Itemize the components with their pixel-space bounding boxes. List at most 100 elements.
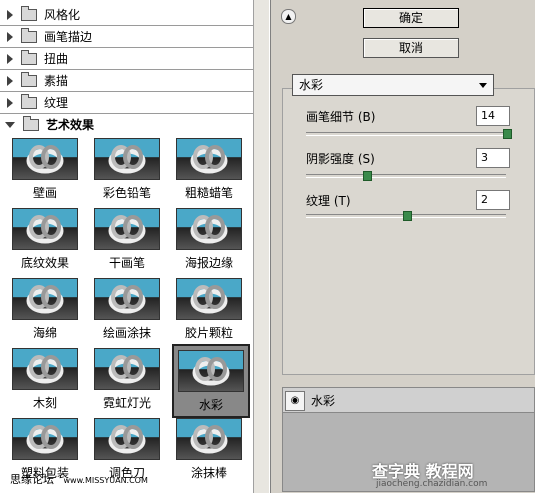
filter-select-value: 水彩 xyxy=(299,78,324,92)
filter-preview-image xyxy=(176,208,242,250)
filter-label: 海报边缘 xyxy=(184,256,233,270)
watermark-left: 思缘论坛 www.MISSYUAN.COM xyxy=(10,473,148,486)
expand-icon[interactable] xyxy=(7,53,13,64)
chevron-down-icon xyxy=(479,83,487,88)
param-texture-label: 纹理 (T) xyxy=(306,194,351,208)
filter-thumbnail[interactable]: 壁画 xyxy=(8,134,82,204)
knot-icon xyxy=(108,285,146,314)
eye-icon[interactable]: ◉ xyxy=(285,391,305,411)
param-brush-detail-input[interactable]: 14 xyxy=(476,106,510,126)
category-sketch[interactable]: 素描 xyxy=(0,70,266,92)
param-shadow-intensity-label: 阴影强度 (S) xyxy=(306,152,375,166)
knot-icon xyxy=(190,425,228,454)
filter-thumbnail[interactable]: 胶片颗粒 xyxy=(172,274,246,344)
param-texture-input[interactable]: 2 xyxy=(476,190,510,210)
effect-layer-label: 水彩 xyxy=(311,394,336,408)
filter-preview-image xyxy=(94,138,160,180)
knot-icon xyxy=(26,285,64,314)
filter-preview-image xyxy=(94,208,160,250)
filter-thumbnail[interactable]: 涂抹棒 xyxy=(172,414,246,484)
filter-thumbnail[interactable]: 霓虹灯光 xyxy=(90,344,164,414)
category-label: 艺术效果 xyxy=(46,118,95,132)
knot-icon xyxy=(192,357,230,386)
effect-layer-row[interactable]: ◉ 水彩 xyxy=(283,388,534,413)
category-label: 画笔描边 xyxy=(44,30,93,44)
filter-thumbnail[interactable]: 底纹效果 xyxy=(8,204,82,274)
folder-icon xyxy=(21,27,37,43)
scrollbar[interactable] xyxy=(253,0,269,493)
knot-icon xyxy=(108,425,146,454)
slider-knob[interactable] xyxy=(363,171,372,181)
folder-icon xyxy=(21,49,37,65)
filter-thumbnail[interactable]: 海绵 xyxy=(8,274,82,344)
knot-icon xyxy=(108,145,146,174)
filter-thumbnail[interactable]: 水彩 xyxy=(172,344,250,418)
knot-icon xyxy=(190,285,228,314)
ok-button[interactable]: 确定 xyxy=(363,8,459,28)
filter-label: 彩色铅笔 xyxy=(102,186,151,200)
watermark-right-url: jiaocheng.chazidian.com xyxy=(376,479,488,489)
param-brush-detail-label: 画笔细节 (B) xyxy=(306,110,376,124)
filter-gallery-list: 风格化 画笔描边 扭曲 素描 纹理 艺术效果 壁画 彩色铅笔 粗糙蜡笔底纹效果 干画笔… xyxy=(0,0,271,493)
filter-label: 底纹效果 xyxy=(20,256,69,270)
category-texture[interactable]: 纹理 xyxy=(0,92,266,114)
slider-knob[interactable] xyxy=(503,129,512,139)
param-texture-slider[interactable] xyxy=(306,211,506,221)
collapse-icon[interactable] xyxy=(5,121,15,128)
param-shadow-intensity-input[interactable]: 3 xyxy=(476,148,510,168)
filter-label: 涂抹棒 xyxy=(190,466,227,480)
expand-icon[interactable] xyxy=(7,75,13,86)
settings-panel: ▲ 确定 取消 水彩 画笔细节 (B) 14 阴影强度 (S) 3 纹理 (T)… xyxy=(272,0,535,493)
filter-select[interactable]: 水彩 xyxy=(292,74,494,96)
category-artistic[interactable]: 艺术效果 xyxy=(0,114,266,135)
folder-icon xyxy=(21,5,37,21)
knot-icon xyxy=(26,425,64,454)
category-stylize[interactable]: 风格化 xyxy=(0,4,266,26)
filter-preview-image xyxy=(12,138,78,180)
collapse-gallery-icon[interactable]: ▲ xyxy=(281,9,296,24)
folder-open-icon xyxy=(23,115,39,131)
filter-preview-image xyxy=(176,278,242,320)
expand-icon[interactable] xyxy=(7,9,13,20)
expand-icon[interactable] xyxy=(7,31,13,42)
expand-icon[interactable] xyxy=(7,97,13,108)
slider-knob[interactable] xyxy=(403,211,412,221)
param-brush-detail-slider[interactable] xyxy=(306,129,512,139)
filter-thumbnail[interactable]: 干画笔 xyxy=(90,204,164,274)
filter-preview-image xyxy=(176,418,242,460)
knot-icon xyxy=(190,215,228,244)
category-label: 风格化 xyxy=(44,8,81,22)
filter-thumbnail[interactable]: 绘画涂抹 xyxy=(90,274,164,344)
category-distort[interactable]: 扭曲 xyxy=(0,48,266,70)
category-label: 纹理 xyxy=(44,96,69,110)
category-label: 素描 xyxy=(44,74,69,88)
cancel-button[interactable]: 取消 xyxy=(363,38,459,58)
filter-thumbnail[interactable]: 粗糙蜡笔 xyxy=(172,134,246,204)
knot-icon xyxy=(26,355,64,384)
filter-label: 海绵 xyxy=(32,326,57,340)
filter-label: 壁画 xyxy=(32,186,57,200)
filter-label: 绘画涂抹 xyxy=(102,326,151,340)
knot-icon xyxy=(108,215,146,244)
filter-preview-image xyxy=(12,348,78,390)
filter-preview-image xyxy=(12,278,78,320)
filter-label: 胶片颗粒 xyxy=(184,326,233,340)
filter-preview-image xyxy=(94,418,160,460)
knot-icon xyxy=(190,145,228,174)
knot-icon xyxy=(26,145,64,174)
filter-preview-image xyxy=(94,348,160,390)
knot-icon xyxy=(108,355,146,384)
filter-preview-image xyxy=(176,138,242,180)
filter-preview-image xyxy=(12,418,78,460)
filter-thumbnail[interactable]: 木刻 xyxy=(8,344,82,414)
folder-icon xyxy=(21,71,37,87)
filter-label: 粗糙蜡笔 xyxy=(184,186,233,200)
filter-thumbnail[interactable]: 彩色铅笔 xyxy=(90,134,164,204)
folder-icon xyxy=(21,93,37,109)
param-shadow-intensity-slider[interactable] xyxy=(306,171,506,181)
filter-preview-image xyxy=(12,208,78,250)
category-brush-strokes[interactable]: 画笔描边 xyxy=(0,26,266,48)
knot-icon xyxy=(26,215,64,244)
filter-label: 霓虹灯光 xyxy=(102,396,151,410)
filter-thumbnail[interactable]: 海报边缘 xyxy=(172,204,246,274)
